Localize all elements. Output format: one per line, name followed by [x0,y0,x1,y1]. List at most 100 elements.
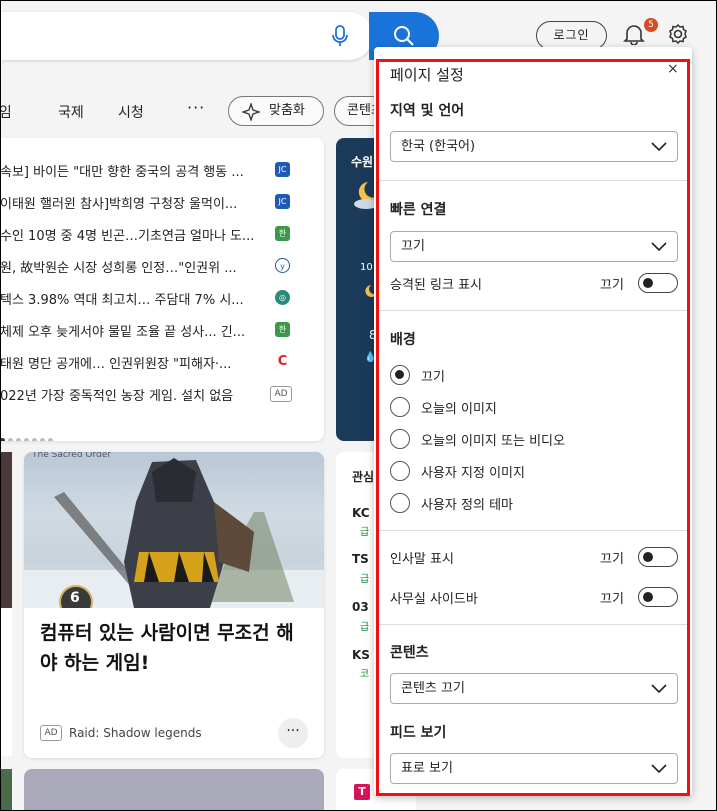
content-select[interactable]: 콘텐츠 끄기 [390,673,678,704]
news-source-icon: ◎ [275,290,290,305]
news-item[interactable]: 텍스 3.98% 역대 최고치… 주담대 7% 시... ◎ [0,282,300,312]
background-option-label[interactable]: 사용자 정의 테마 [421,494,513,513]
news-headline[interactable]: 원, 故박원순 시장 성희롱 인정…"인권위 ... [0,257,268,276]
search-icon [394,26,414,46]
notification-count-badge: 5 [644,18,658,32]
divider [379,310,687,311]
background-option-label[interactable]: 사용자 지정 이미지 [421,462,525,481]
stock-code[interactable]: KS [352,648,370,662]
region-select[interactable]: 한국 (한국어) [390,131,678,162]
background-radio-custom-image[interactable] [390,461,410,481]
partial-card [0,608,12,756]
office-sidebar-toggle[interactable] [638,587,678,607]
nav-item-world[interactable]: 국제 [58,102,84,122]
news-headline[interactable]: 체제 오후 늦게서야 물밑 조율 끝 성사... 긴... [0,321,268,340]
region-label: 지역 및 언어 [390,103,465,119]
news-source-icon: JC [275,162,290,177]
quick-links-select[interactable]: 끄기 [390,231,678,262]
ad-source: Raid: Shadow legends [69,726,202,740]
t-source-icon: T [354,784,370,800]
promoted-links-label: 승격된 링크 표시 [390,278,482,293]
microphone-icon[interactable] [332,25,348,51]
background-radio-off[interactable] [390,365,410,385]
customize-label: 맞춤화 [269,103,305,118]
card-more-button[interactable]: ··· [278,718,308,748]
news-item[interactable]: 수인 10명 중 4명 빈곤…기초연금 얼마나 도... 한 [0,218,300,248]
category-nav: 게임 국제 시청 ··· 맞춤화 콘텐츠 [0,96,394,128]
background-option-label[interactable]: 끄기 [421,366,445,385]
news-source-icon: y [275,258,290,273]
news-source-icon: JC [275,194,290,209]
game-ad-image: The Sacred Order 6 [24,452,324,608]
news-source-icon: 한 [275,322,290,337]
news-headline[interactable]: 텍스 3.98% 역대 최고치… 주담대 7% 시... [0,289,268,308]
background-option-label[interactable]: 오늘의 이미지 또는 비디오 [421,430,565,449]
greeting-state: 끄기 [600,552,624,567]
partial-card-image [24,769,324,811]
stock-sub: 급 [360,574,370,585]
news-item[interactable]: 원, 故박원순 시장 성희롱 인정…"인권위 ... y [0,250,300,280]
content-label: 콘텐츠 [390,645,429,661]
feed-view-value: 표로 보기 [401,761,453,776]
background-radio-image-or-video[interactable] [390,429,410,449]
divider [379,180,687,181]
partial-card-image [0,452,12,608]
promoted-links-toggle[interactable] [638,273,678,293]
top-news-card: 속보] 바이든 "대만 향한 중국의 공격 행동 ... JC 이태원 핼러윈 … [0,138,324,441]
stock-sub: 급 [360,527,370,538]
quick-links-value: 끄기 [401,239,425,254]
sparkle-icon [242,103,260,121]
divider [379,530,687,531]
greeting-toggle[interactable] [638,547,678,567]
stock-code[interactable]: KC [352,506,370,520]
office-sidebar-state: 끄기 [600,592,624,607]
background-label: 배경 [390,332,416,348]
search-input[interactable] [1,12,373,60]
news-headline[interactable]: 수인 10명 중 4명 빈곤…기초연금 얼마나 도... [0,225,268,244]
watchlist-title: 관심 [352,470,375,484]
nav-item-watch[interactable]: 시청 [118,102,144,122]
news-item[interactable]: 022년 가장 중독적인 농장 게임. 설치 없음 AD [0,378,300,408]
news-item[interactable]: 체제 오후 늦게서야 물밑 조율 끝 성사... 긴... 한 [0,314,300,344]
background-option-label[interactable]: 오늘의 이미지 [421,398,497,417]
game-ad-card[interactable]: The Sacred Order 6 컴퓨터 있는 사람이면 무조건 해야 하는… [24,452,324,758]
background-radio-image-of-day[interactable] [390,397,410,417]
news-item[interactable]: 태원 명단 공개에… 인권위원장 "피해자·... C [0,346,300,376]
level-badge: 6 [70,590,80,606]
image-caption: The Sacred Order [32,452,111,460]
partial-card-image [0,769,12,811]
nav-more-button[interactable]: ··· [187,98,205,117]
news-item[interactable]: 속보] 바이든 "대만 향한 중국의 공격 행동 ... JC [0,154,300,184]
feed-view-label: 피드 보기 [390,725,447,741]
ad-badge: AD [270,386,292,402]
weather-hour: 10 [360,262,373,273]
gear-icon[interactable] [667,23,689,49]
promoted-links-state: 끄기 [600,278,624,293]
news-headline[interactable]: 022년 가장 중독적인 농장 게임. 설치 없음 [0,385,268,404]
nav-item-game[interactable]: 게임 [0,102,12,122]
news-headline[interactable]: 이태원 핼러윈 참사]박희영 구청장 울먹이... [0,193,268,212]
notification-bell-icon[interactable] [623,23,645,49]
feed-view-select[interactable]: 표로 보기 [390,753,678,784]
login-button[interactable]: 로그인 [536,21,607,50]
chevron-down-icon [651,142,667,152]
carousel-dots[interactable] [0,428,56,441]
region-value: 한국 (한국어) [401,139,476,154]
greeting-label: 인사말 표시 [390,552,454,567]
quick-links-label: 빠른 연결 [390,202,447,218]
news-item[interactable]: 이태원 핼러윈 참사]박희영 구청장 울먹이... JC [0,186,300,216]
content-value: 콘텐츠 끄기 [401,681,465,696]
news-headline[interactable]: 속보] 바이든 "대만 향한 중국의 공격 행동 ... [0,161,268,180]
customize-button[interactable]: 맞춤화 [228,96,324,126]
armored-warrior-illustration [24,458,324,608]
divider [379,624,687,625]
stock-code[interactable]: 03 [352,600,369,614]
ad-badge: AD [40,725,62,741]
weather-city: 수원 [351,155,374,169]
game-ad-title[interactable]: 컴퓨터 있는 사람이면 무조건 해야 하는 게임! [40,618,310,678]
stock-code[interactable]: TS [352,552,369,566]
close-icon[interactable]: × [667,61,679,77]
news-headline[interactable]: 태원 명단 공개에… 인권위원장 "피해자·... [0,353,268,372]
office-sidebar-label: 사무실 사이드바 [390,592,478,607]
background-radio-custom-theme[interactable] [390,493,410,513]
